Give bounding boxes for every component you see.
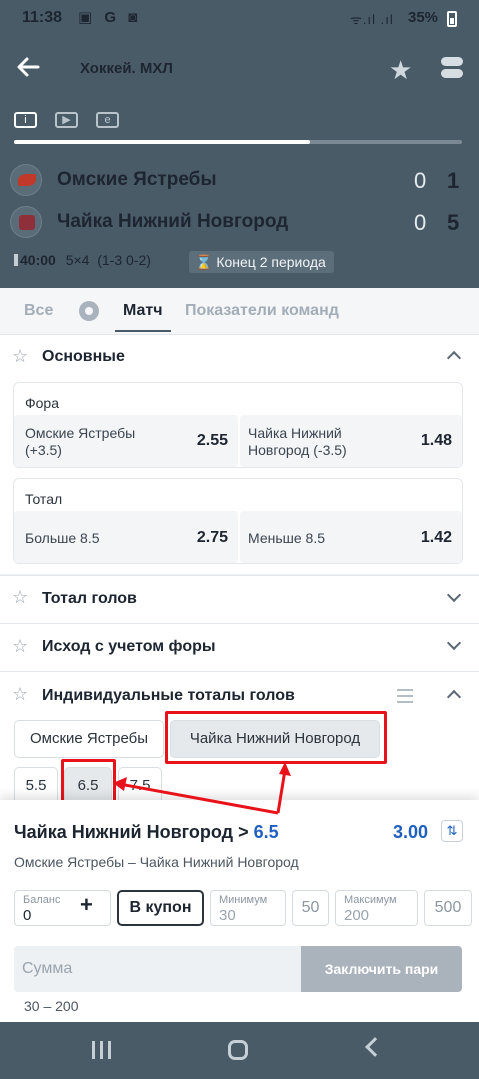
min-label: Минимум: [219, 894, 268, 906]
tab-match[interactable]: Матч: [123, 302, 163, 320]
info-tab-icon[interactable]: i: [14, 112, 37, 128]
team-logo-chaika: [10, 206, 42, 238]
stats-tab-icon[interactable]: e: [96, 112, 119, 128]
toggle-settings-icon[interactable]: [441, 57, 463, 79]
battery-level: 35%: [408, 9, 439, 26]
star-outline-icon[interactable]: ☆: [12, 684, 28, 705]
page-title: Хоккей. МХЛ: [80, 60, 173, 77]
gear-icon[interactable]: [79, 301, 99, 321]
list-icon[interactable]: [397, 689, 413, 703]
betslip-selection-name: Чайка Нижний Новгород >: [14, 822, 249, 842]
match-details: 5×4 (1-3 0-2): [65, 252, 151, 268]
betslip-odd: 3.00: [393, 822, 429, 842]
status-time: 11:38: [22, 9, 63, 26]
section-main-title[interactable]: Основные: [42, 348, 125, 366]
battery-icon: [447, 11, 457, 27]
min-stake-button[interactable]: Минимум 30: [210, 890, 286, 926]
odd-cell-under[interactable]: Меньше 8.5 1.42: [240, 511, 462, 563]
star-outline-icon[interactable]: ☆: [12, 587, 28, 608]
quick-stake-50[interactable]: 50: [292, 890, 329, 926]
odd-label: Чайка Нижний Новгород (-3.5): [248, 425, 347, 458]
betslip-event: Омские Ястребы – Чайка Нижний Новгород: [14, 854, 299, 870]
section-total-goals-title[interactable]: Тотал голов: [42, 590, 137, 608]
home-icon[interactable]: [228, 1040, 248, 1060]
market-name: Тотал: [25, 491, 63, 507]
odd-cell-over[interactable]: Больше 8.5 2.75: [14, 511, 238, 563]
match-progress-fill: [14, 140, 310, 144]
odd-cell-handicap-away[interactable]: Чайка Нижний Новгород (-3.5) 1.48: [240, 415, 462, 467]
odd-value: 2.75: [196, 529, 228, 546]
score-period-away: 0: [414, 210, 427, 235]
odd-value: 1.48: [420, 432, 452, 449]
star-outline-icon[interactable]: ☆: [12, 636, 28, 657]
balance-label: Баланс: [23, 894, 61, 906]
add-to-coupon-button[interactable]: В купон: [117, 890, 204, 926]
status-bar: 11:38 ▣ G ◙ ᯤ.ıl .ıl 35%: [0, 0, 479, 36]
min-value: 30: [219, 907, 236, 924]
odd-label: Больше 8.5: [25, 530, 100, 546]
recents-icon[interactable]: [92, 1041, 111, 1059]
max-stake-button[interactable]: Максимум 200: [335, 890, 418, 926]
odd-label: Омские Ястребы (+3.5): [25, 425, 136, 458]
match-info: 40:00 5×4 (1-3 0-2): [14, 252, 151, 268]
favorite-star-icon[interactable]: ★: [389, 55, 412, 86]
team-chip-omsk[interactable]: Омские Ястребы: [14, 720, 164, 758]
betslip-selection: Чайка Нижний Новгород > 6.5: [14, 822, 279, 843]
pause-icon: [14, 254, 18, 266]
signal-icon: ᯤ.ıl .ıl: [350, 12, 394, 27]
odd-value: 1.42: [420, 529, 452, 546]
balance-box: Баланс 0: [14, 890, 111, 926]
balance-value: 0: [23, 907, 32, 924]
stake-amount-input[interactable]: Сумма: [14, 946, 301, 992]
swap-odds-icon[interactable]: ⇅: [441, 820, 463, 842]
team-name-home: Омские Ястребы: [57, 169, 217, 190]
score-total-home: 1: [447, 168, 460, 193]
quick-stake-500[interactable]: 500: [424, 890, 472, 926]
team-name-away: Чайка Нижний Новгород: [57, 211, 289, 232]
stake-range: 30 – 200: [24, 998, 79, 1014]
match-clock: 40:00: [20, 252, 56, 268]
score-total-away: 5: [447, 210, 460, 235]
section-individual-totals-title[interactable]: Индивидуальные тоталы голов: [42, 687, 295, 705]
match-progress-bar: [14, 140, 462, 144]
highlight-box: [61, 759, 116, 803]
team-logo-omsk: [10, 164, 42, 196]
match-header: [0, 0, 479, 288]
active-tab-underline: [115, 330, 171, 332]
tab-all[interactable]: Все: [24, 302, 53, 320]
score-period-home: 0: [414, 168, 427, 193]
tab-team-stats[interactable]: Показатели команд: [185, 302, 339, 320]
place-bet-button[interactable]: Заключить пари: [301, 946, 462, 992]
max-value: 200: [344, 907, 370, 924]
odd-value: 2.55: [196, 432, 228, 449]
back-arrow-icon[interactable]: [16, 56, 42, 80]
market-name: Фора: [25, 395, 60, 411]
betslip-selection-value: 6.5: [253, 822, 279, 842]
star-outline-icon[interactable]: ☆: [12, 346, 28, 367]
max-label: Максимум: [344, 894, 397, 906]
period-status-badge: ⌛ Конец 2 периода: [189, 251, 334, 273]
highlight-box: [165, 711, 387, 764]
add-funds-plus-icon[interactable]: +: [80, 892, 93, 918]
video-tab-icon[interactable]: ▶: [55, 112, 78, 128]
odd-label: Меньше 8.5: [248, 530, 325, 546]
status-app-icons: ▣ G ◙: [78, 9, 142, 26]
odd-cell-handicap-home[interactable]: Омские Ястребы (+3.5) 2.55: [14, 415, 238, 467]
section-handicap-result-title[interactable]: Исход с учетом форы: [42, 638, 216, 656]
